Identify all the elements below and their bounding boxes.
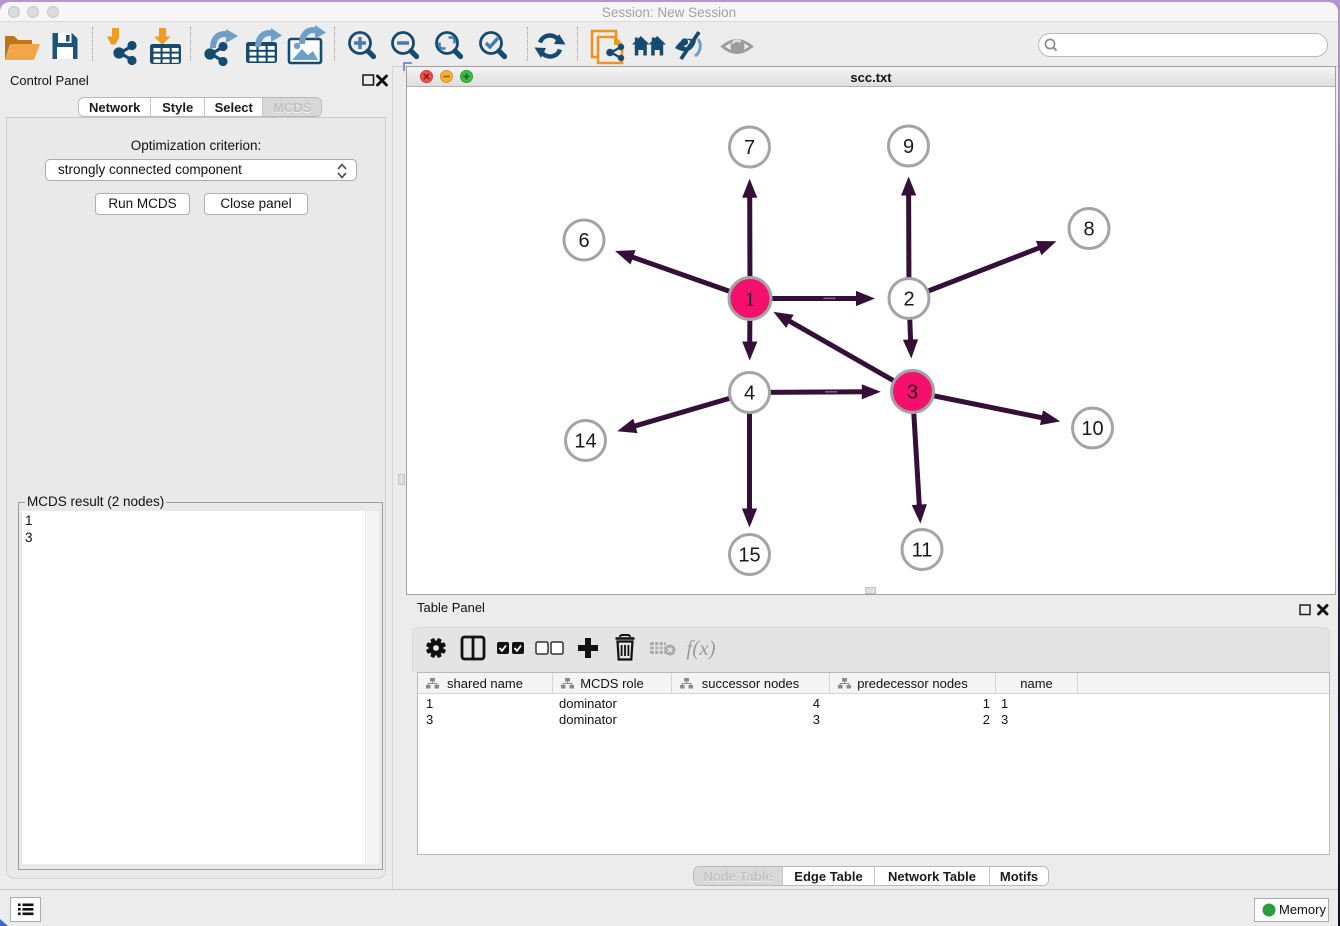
svg-text:10: 10 [1081, 418, 1103, 440]
svg-text:11: 11 [912, 540, 933, 562]
svg-text:7: 7 [744, 137, 755, 159]
svg-text:f(x): f(x) [686, 636, 715, 660]
svg-text:3: 3 [907, 382, 918, 404]
svg-text:14: 14 [574, 431, 596, 453]
svg-text:6: 6 [578, 230, 589, 252]
svg-text:1: 1 [745, 289, 755, 311]
svg-text:8: 8 [1083, 219, 1094, 241]
svg-text:2: 2 [903, 289, 914, 311]
svg-text:9: 9 [903, 136, 914, 158]
svg-text:15: 15 [738, 545, 760, 567]
svg-text:4: 4 [744, 383, 755, 405]
